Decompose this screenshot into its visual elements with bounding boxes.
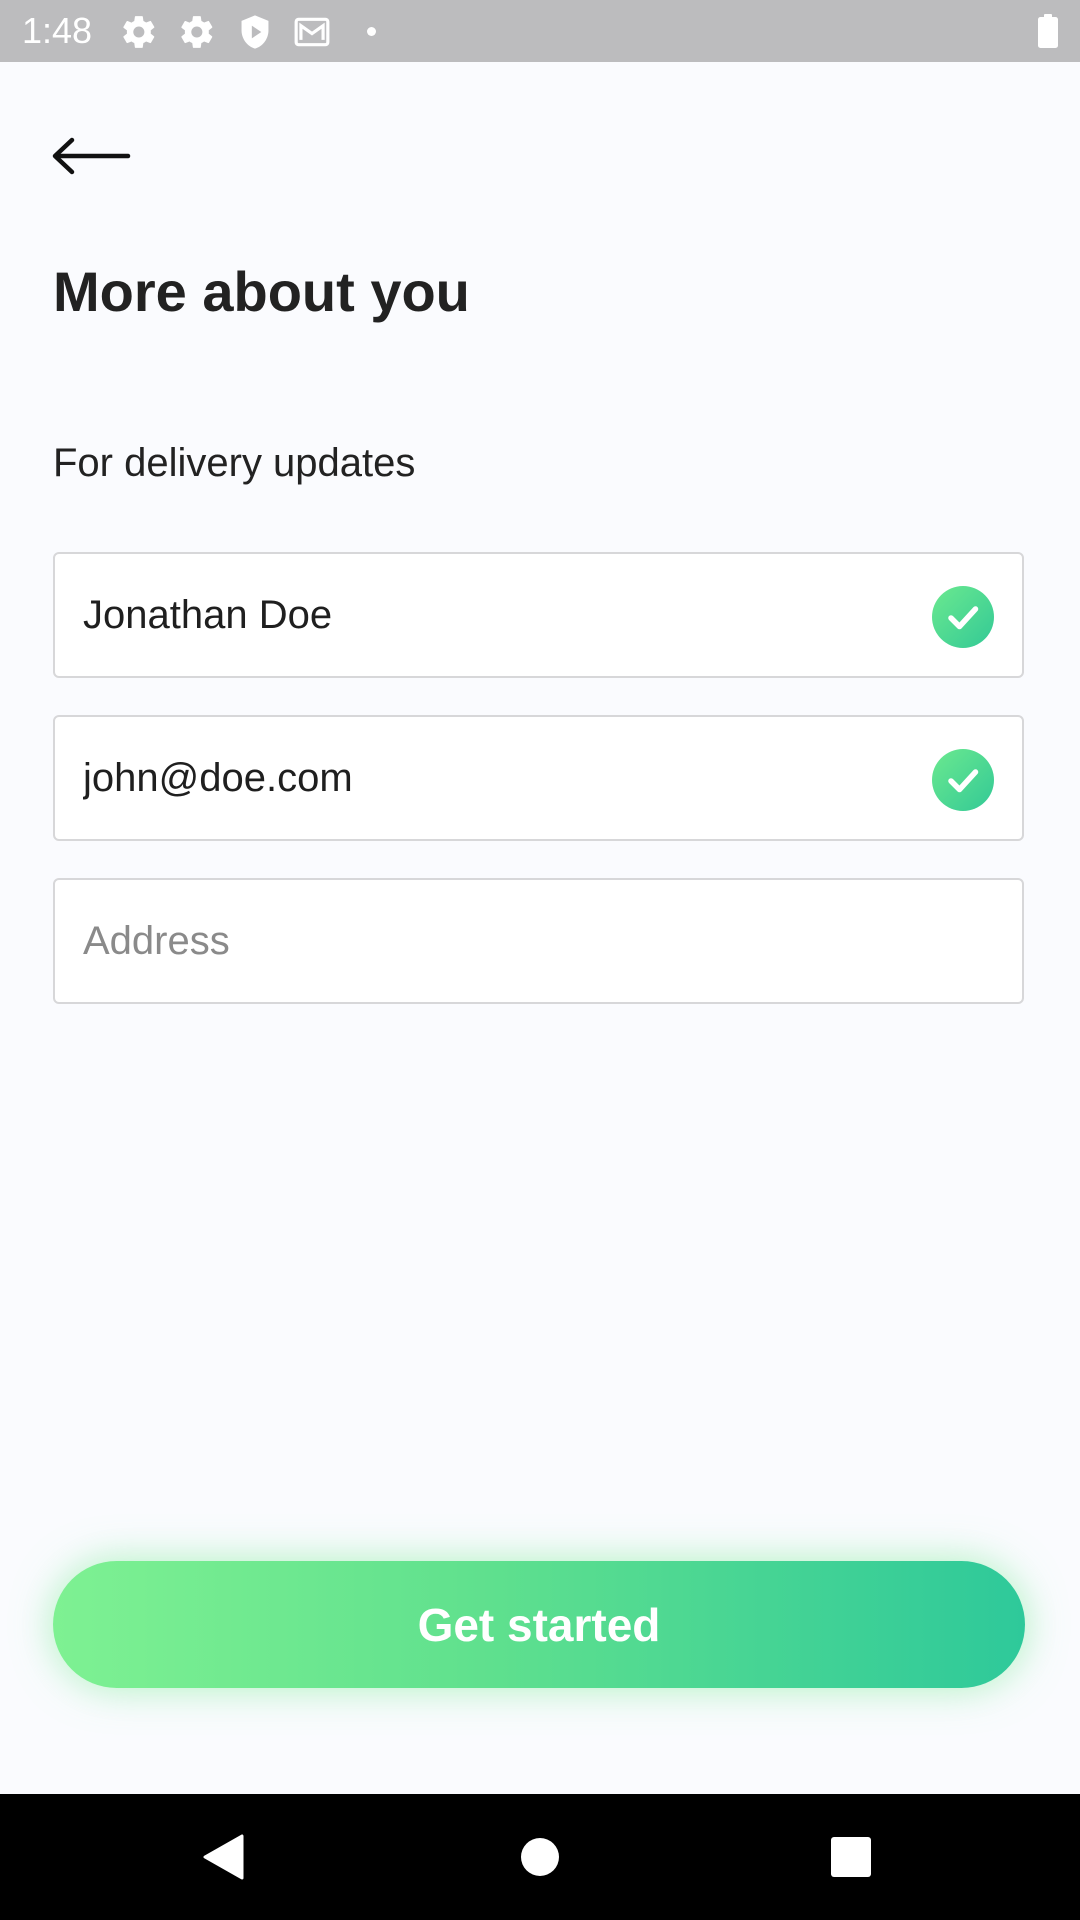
check-circle-icon — [932, 586, 994, 648]
back-button[interactable] — [40, 125, 140, 185]
form-subtitle: For delivery updates — [53, 441, 416, 485]
gear-icon — [123, 16, 155, 48]
navigation-bar — [0, 1794, 1080, 1920]
get-started-button[interactable]: Get started — [53, 1561, 1025, 1688]
status-bar: 1:48 — [0, 0, 1080, 62]
name-field[interactable] — [53, 552, 1024, 678]
status-time: 1:48 — [22, 10, 93, 51]
notification-dot-icon — [367, 27, 376, 36]
page-title: More about you — [53, 260, 470, 323]
name-input[interactable] — [83, 554, 903, 676]
recents-square-icon[interactable] — [818, 1824, 884, 1890]
shield-play-icon — [241, 15, 269, 49]
battery-icon — [1038, 14, 1058, 48]
check-circle-icon — [932, 749, 994, 811]
home-circle-icon[interactable] — [507, 1824, 573, 1890]
mail-icon — [294, 17, 330, 47]
back-triangle-icon[interactable] — [191, 1824, 257, 1890]
email-field[interactable] — [53, 715, 1024, 841]
arrow-left-icon — [52, 137, 131, 175]
address-input[interactable] — [83, 880, 903, 1002]
address-field[interactable] — [53, 878, 1024, 1004]
gear-icon — [181, 16, 213, 48]
email-input[interactable] — [83, 717, 903, 839]
